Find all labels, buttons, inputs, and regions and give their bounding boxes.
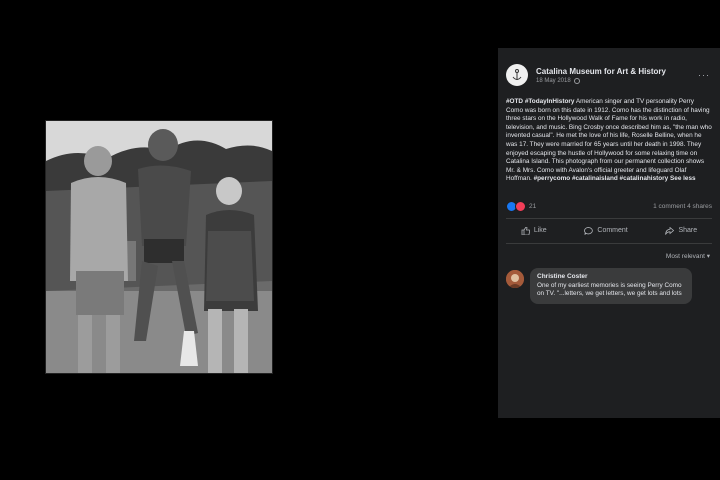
post-body-text: American singer and TV personality Perry… — [506, 98, 712, 183]
post-hashtags-lead[interactable]: #OTD #TodayInHistory — [506, 98, 574, 105]
commenter-avatar[interactable] — [506, 269, 524, 288]
like-label: Like — [533, 227, 547, 235]
comment-sort-dropdown[interactable]: Most relevant ▾ — [498, 248, 720, 260]
love-reaction-icon — [515, 201, 526, 213]
post-text: #OTD #TodayInHistory American singer and… — [498, 92, 720, 184]
share-button[interactable]: Share — [665, 226, 698, 235]
divider — [506, 242, 712, 244]
comment-bubble-icon — [584, 227, 594, 235]
post-panel: Catalina Museum for Art & History 18 May… — [498, 48, 720, 418]
divider — [506, 217, 712, 219]
post-hashtags[interactable]: #perrycomo #catalinaisland #catalinahist… — [534, 175, 669, 182]
thumbs-up-icon — [521, 226, 530, 235]
reaction-count[interactable]: 21 — [529, 203, 536, 210]
see-less-link[interactable]: See less — [670, 175, 696, 182]
anchor-logo-icon — [512, 69, 522, 80]
reaction-summary: 21 1 comment 4 shares — [498, 200, 720, 214]
comments-shares-count[interactable]: 1 comment 4 shares — [653, 203, 712, 210]
page-name-link[interactable]: Catalina Museum for Art & History — [536, 67, 696, 76]
reaction-icons[interactable]: 21 — [506, 201, 536, 213]
post-actions: Like Comment Share — [498, 223, 720, 239]
page-avatar[interactable] — [506, 64, 528, 86]
comment-item: Christine Coster One of my earliest memo… — [498, 260, 720, 304]
comment-text: One of my earliest memories is seeing Pe… — [537, 281, 682, 298]
share-arrow-icon — [665, 226, 675, 235]
share-label: Share — [678, 227, 698, 235]
comment-label: Comment — [597, 227, 628, 235]
beach-photo-image — [46, 121, 272, 373]
historic-photograph[interactable] — [45, 120, 273, 374]
post-date[interactable]: 18 May 2018 — [536, 78, 571, 84]
avatar-image — [506, 269, 524, 288]
like-button[interactable]: Like — [521, 226, 547, 235]
more-options-icon[interactable]: ··· — [696, 70, 712, 80]
post-header: Catalina Museum for Art & History 18 May… — [498, 48, 720, 92]
comment-bubble: Christine Coster One of my earliest memo… — [530, 267, 692, 304]
commenter-name[interactable]: Christine Coster — [537, 273, 685, 280]
globe-icon — [573, 77, 580, 84]
comment-button[interactable]: Comment — [584, 227, 628, 235]
